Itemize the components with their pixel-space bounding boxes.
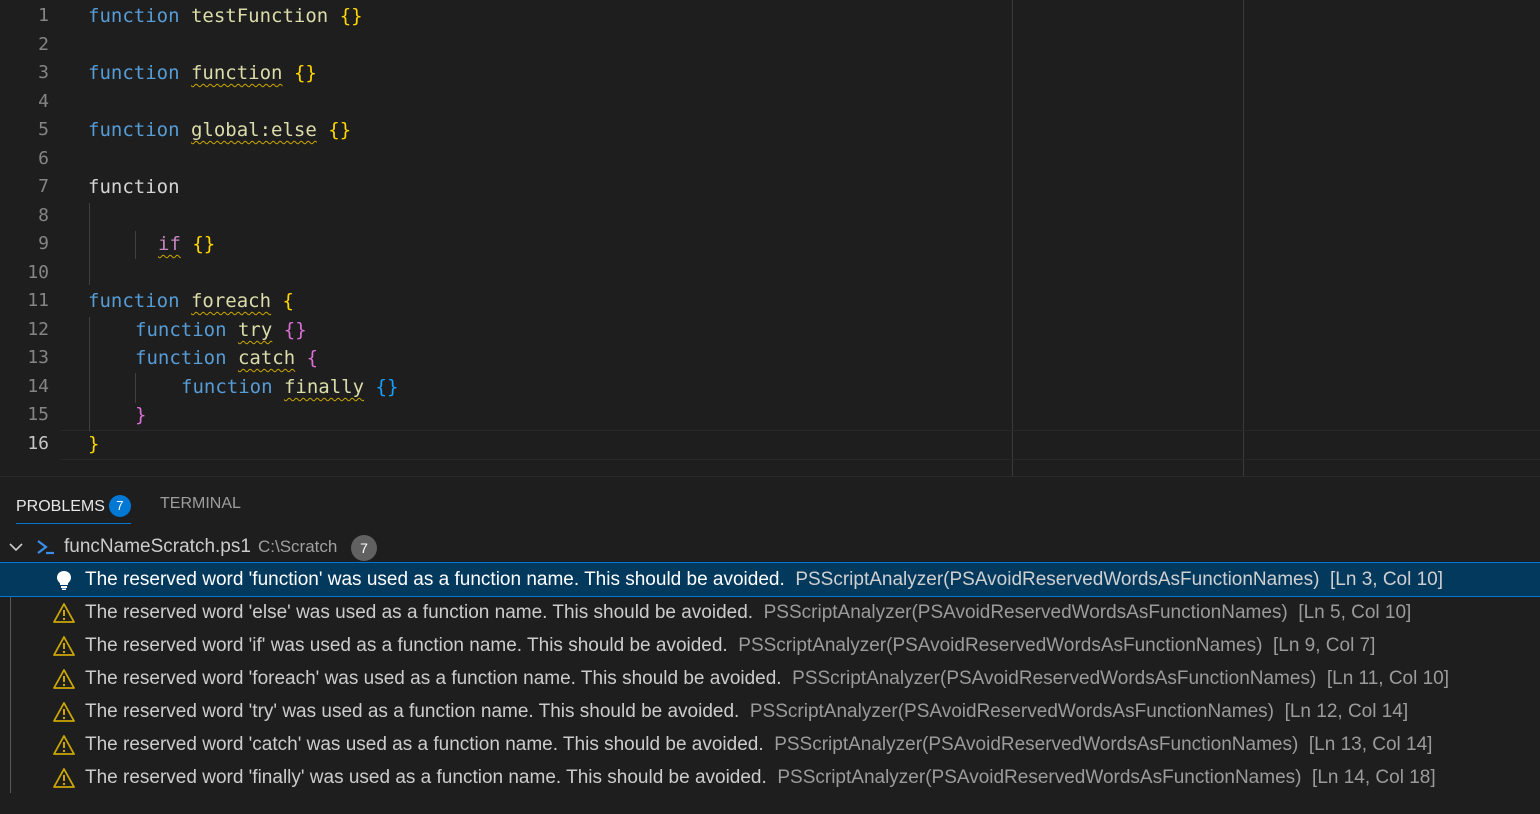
line-number: 16 (27, 433, 49, 454)
line-number: 9 (38, 233, 49, 254)
problem-text: The reserved word 'else' was used as a f… (85, 602, 1412, 623)
line-number: 1 (38, 5, 49, 26)
code-text: function function {} (88, 62, 317, 84)
problem-text: The reserved word 'if' was used as a fun… (85, 635, 1376, 656)
tab-problems-label: PROBLEMS (16, 498, 105, 515)
code-line[interactable]: 10 (0, 259, 1540, 288)
line-number: 11 (27, 290, 49, 311)
code-line[interactable]: 6 (0, 145, 1540, 174)
line-number: 10 (27, 262, 49, 283)
problem-text: The reserved word 'function' was used as… (85, 569, 1444, 590)
problem-text: The reserved word 'try' was used as a fu… (85, 701, 1409, 722)
warning-icon (53, 767, 75, 789)
tab-problems[interactable]: PROBLEMS 7 (16, 495, 131, 524)
problem-item[interactable]: The reserved word 'catch' was used as a … (0, 728, 1540, 761)
problem-item[interactable]: The reserved word 'if' was used as a fun… (0, 629, 1540, 662)
line-number: 6 (38, 148, 49, 169)
code-text: } (88, 433, 100, 455)
line-number: 3 (38, 62, 49, 83)
code-text: function catch { (135, 347, 319, 369)
line-number: 14 (27, 376, 49, 397)
file-path: C:\Scratch (258, 537, 338, 556)
line-number: 13 (27, 347, 49, 368)
file-problem-count: 7 (351, 535, 377, 561)
problem-text: The reserved word 'foreach' was used as … (85, 668, 1450, 689)
tab-terminal[interactable]: TERMINAL (160, 495, 241, 513)
lightbulb-icon[interactable] (53, 569, 75, 591)
code-line[interactable]: 8 (0, 202, 1540, 231)
problem-item[interactable]: The reserved word 'function' was used as… (0, 562, 1540, 597)
code-text: function finally {} (181, 376, 399, 398)
code-line[interactable]: 13 function catch { (0, 344, 1540, 373)
line-number: 15 (27, 404, 49, 425)
code-line[interactable]: 11 function foreach { (0, 287, 1540, 316)
problem-text: The reserved word 'finally' was used as … (85, 767, 1436, 788)
code-line[interactable]: 7 function (0, 173, 1540, 202)
code-line[interactable]: 12 function try {} (0, 316, 1540, 345)
code-line[interactable]: 16 } (0, 430, 1540, 459)
line-number: 4 (38, 91, 49, 112)
problem-item[interactable]: The reserved word 'else' was used as a f… (0, 596, 1540, 629)
code-line[interactable]: 15 } (0, 401, 1540, 430)
code-line[interactable]: 3 function function {} (0, 59, 1540, 88)
tab-terminal-label: TERMINAL (160, 495, 241, 512)
code-text: } (135, 404, 147, 426)
warning-icon (53, 668, 75, 690)
line-number: 12 (27, 319, 49, 340)
code-text: function foreach { (88, 290, 294, 312)
code-line[interactable]: 9 if {} (0, 230, 1540, 259)
line-number: 2 (38, 34, 49, 55)
code-text: function (88, 176, 180, 198)
code-line[interactable]: 14 function finally {} (0, 373, 1540, 402)
code-line[interactable]: 1 function testFunction {} (0, 2, 1540, 31)
file-name: funcNameScratch.ps1 (64, 536, 251, 557)
problem-item[interactable]: The reserved word 'finally' was used as … (0, 761, 1540, 794)
warning-icon (53, 701, 75, 723)
code-editor[interactable]: 1 function testFunction {} 2 3 function … (0, 0, 1540, 476)
code-text: function testFunction {} (88, 5, 363, 27)
problem-item[interactable]: The reserved word 'foreach' was used as … (0, 662, 1540, 695)
code-line[interactable]: 4 (0, 88, 1540, 117)
code-text: function global:else {} (88, 119, 352, 141)
warning-icon (53, 734, 75, 756)
code-text: function try {} (135, 319, 307, 341)
powershell-icon (36, 537, 56, 566)
line-number: 5 (38, 119, 49, 140)
code-text: if {} (158, 233, 216, 255)
problem-item[interactable]: The reserved word 'try' was used as a fu… (0, 695, 1540, 728)
warning-icon (53, 635, 75, 657)
problem-text: The reserved word 'catch' was used as a … (85, 734, 1433, 755)
problems-file-row[interactable]: funcNameScratch.ps1 C:\Scratch 7 (0, 533, 1540, 561)
line-number: 7 (38, 176, 49, 197)
code-line[interactable]: 2 (0, 31, 1540, 60)
code-line[interactable]: 5 function global:else {} (0, 116, 1540, 145)
line-number: 8 (38, 205, 49, 226)
problems-count-badge: 7 (108, 495, 131, 517)
warning-icon (53, 602, 75, 624)
